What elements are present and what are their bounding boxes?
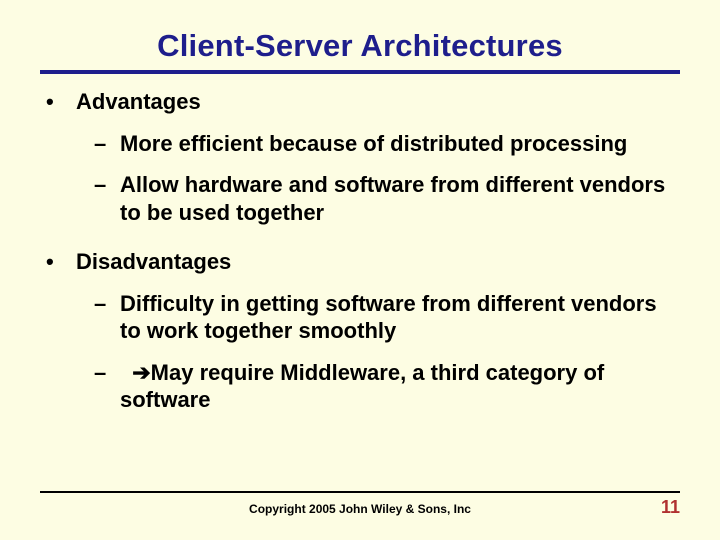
- dash-mark: –: [94, 359, 120, 414]
- sub-bullet: – More efficient because of distributed …: [94, 130, 674, 158]
- sub-bullet-text: More efficient because of distributed pr…: [120, 130, 627, 158]
- bullet-mark: •: [46, 88, 76, 116]
- page-number: 11: [640, 497, 680, 518]
- sub-bullet-text: Allow hardware and software from differe…: [120, 171, 674, 226]
- section-heading: Advantages: [76, 88, 201, 116]
- dash-mark: –: [94, 171, 120, 226]
- sub-bullet-text: ➔May require Middleware, a third categor…: [120, 359, 674, 414]
- slide-title: Client-Server Architectures: [40, 28, 680, 70]
- arrow-right-icon: ➔: [132, 359, 150, 387]
- bullet-disadvantages: • Disadvantages: [46, 248, 674, 276]
- sub-bullet: – Allow hardware and software from diffe…: [94, 171, 674, 226]
- bullet-mark: •: [46, 248, 76, 276]
- sub-bullet: – Difficulty in getting software from di…: [94, 290, 674, 345]
- section-heading: Disadvantages: [76, 248, 231, 276]
- slide-footer: Copyright 2005 John Wiley & Sons, Inc 11: [40, 491, 680, 518]
- sub-bullet: – ➔May require Middleware, a third categ…: [94, 359, 674, 414]
- sub-bullet-text: Difficulty in getting software from diff…: [120, 290, 674, 345]
- bullet-advantages: • Advantages: [46, 88, 674, 116]
- footer-rule: [40, 491, 680, 493]
- dash-mark: –: [94, 290, 120, 345]
- copyright-text: Copyright 2005 John Wiley & Sons, Inc: [80, 502, 640, 516]
- dash-mark: –: [94, 130, 120, 158]
- slide: Client-Server Architectures • Advantages…: [0, 0, 720, 540]
- footer-row: Copyright 2005 John Wiley & Sons, Inc 11: [40, 497, 680, 518]
- slide-content: • Advantages – More efficient because of…: [40, 88, 680, 414]
- title-underline: [40, 70, 680, 74]
